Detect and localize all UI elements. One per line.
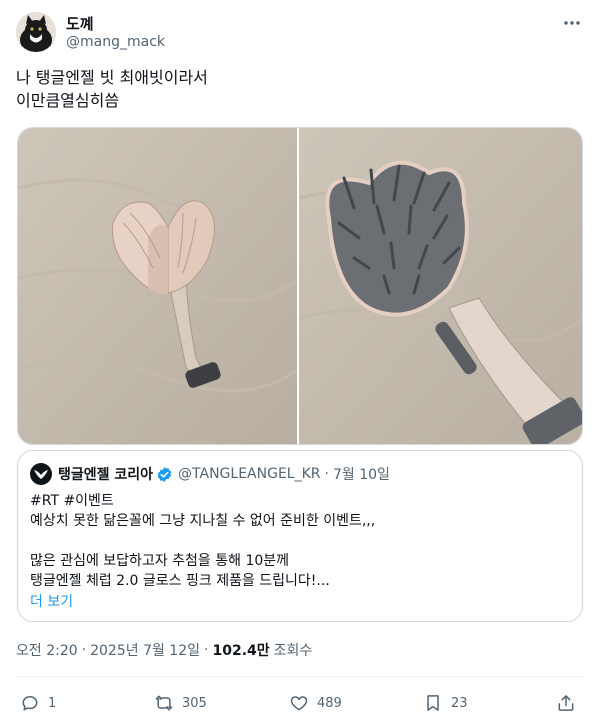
- tweet-text: 나 탱글엔젤 빗 최애빗이라서 이만큼열심히씀: [16, 66, 576, 112]
- reply-count: 1: [48, 695, 57, 711]
- more-options-icon[interactable]: [561, 12, 583, 34]
- meta-separator: ·: [81, 642, 87, 658]
- quoted-text-line: 많은 관심에 보답하고자 추첨을 통해 10분께: [30, 553, 290, 569]
- retweet-count: 305: [182, 695, 207, 711]
- divider: [16, 676, 583, 677]
- author-display-name[interactable]: 도꼐: [66, 13, 94, 34]
- tweet-date[interactable]: 2025년 7월 12일: [90, 640, 200, 660]
- views-count[interactable]: 102.4만: [212, 640, 269, 660]
- tweet-text-line: 이만큼열심히씀: [16, 91, 120, 110]
- media-grid: [17, 127, 583, 445]
- author-handle[interactable]: @mang_mack: [66, 34, 165, 50]
- retweet-icon: [155, 695, 173, 711]
- share-button[interactable]: [556, 690, 576, 716]
- retweet-button[interactable]: 305: [154, 690, 207, 716]
- show-more-link[interactable]: 더 보기: [30, 591, 73, 611]
- quoted-date: 7월 10일: [332, 467, 390, 483]
- views-label: 조회수: [273, 643, 313, 659]
- quoted-text-line: #RT #이벤트: [30, 493, 114, 509]
- quoted-text-line: 예상치 못한 닮은꼴에 그냥 지나칠 수 없어 준비한 이벤트,,,: [30, 513, 376, 529]
- verified-badge-icon: [157, 466, 172, 482]
- heart-icon: [290, 696, 308, 711]
- share-icon: [558, 695, 574, 711]
- reply-button[interactable]: 1: [20, 690, 56, 716]
- quoted-tweet-header: 탱글엔젤 코리아 @TANGLEANGEL_KR · 7월 10일: [30, 463, 390, 485]
- bookmark-icon: [427, 695, 439, 711]
- tweet-meta: 오전 2:20 · 2025년 7월 12일 · 102.4만 조회수: [16, 640, 312, 660]
- like-count: 489: [317, 695, 342, 711]
- quoted-separator: ·: [324, 466, 329, 482]
- bookmark-button[interactable]: 23: [423, 690, 468, 716]
- tweet-text-line: 나 탱글엔젤 빗 최애빗이라서: [16, 68, 208, 87]
- tweet-header: 도꼐 @mang_mack: [16, 10, 583, 54]
- quoted-author-handle: @TANGLEANGEL_KR: [178, 466, 321, 482]
- media-photo-brush-bristles[interactable]: [299, 128, 582, 444]
- action-bar: 1 305 489 23: [16, 690, 583, 716]
- media-photo-angel-brush[interactable]: [18, 128, 299, 444]
- quoted-tweet[interactable]: 탱글엔젤 코리아 @TANGLEANGEL_KR · 7월 10일 #RT #이…: [17, 450, 583, 622]
- reply-icon: [22, 696, 38, 711]
- meta-separator: ·: [204, 642, 209, 658]
- quoted-author-name: 탱글엔젤 코리아: [58, 467, 154, 483]
- quoted-tweet-text: #RT #이벤트 예상치 못한 닮은꼴에 그냥 지나칠 수 없어 준비한 이벤트…: [30, 491, 570, 591]
- quoted-text-line: 탱글엔젤 체럽 2.0 글로스 핑크 제품을 드립니다!...: [30, 573, 330, 589]
- bookmark-count: 23: [451, 695, 468, 711]
- quoted-author-avatar: [30, 463, 52, 485]
- author-avatar[interactable]: [16, 12, 56, 52]
- tweet-time[interactable]: 오전 2:20: [16, 640, 78, 660]
- quoted-text-line: [30, 531, 570, 551]
- like-button[interactable]: 489: [289, 690, 342, 716]
